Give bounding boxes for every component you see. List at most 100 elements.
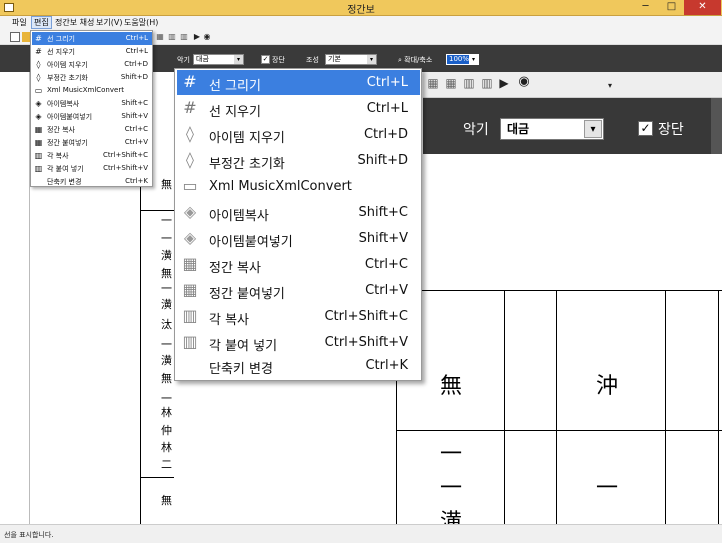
menu-file[interactable]: 파일 xyxy=(10,17,29,28)
score-note: 汰 xyxy=(161,318,172,331)
menu-item-erase-line[interactable]: # 선 지우기 Ctrl+L xyxy=(32,45,152,58)
instrument-select-large[interactable]: 대금 ▾ xyxy=(500,118,604,140)
menu-item-delete-item[interactable]: ◊ 아이템 지우기 Ctrl+D xyxy=(32,58,152,71)
menu-item-paste-cell[interactable]: ▦ 정간 붙여넣기 Ctrl+V xyxy=(177,278,420,303)
menu-item-copy-item[interactable]: ◈ 아이템복사 Shift+C xyxy=(177,200,420,225)
menu-item-label: Xml MusicXmlConvert xyxy=(47,86,124,94)
score-note: 一 xyxy=(161,282,172,295)
menu-item-paste-item[interactable]: ◈ 아이템붙여넣기 Shift+V xyxy=(32,110,152,123)
menu-item-xml-convert[interactable]: ▭ Xml MusicXmlConvert xyxy=(177,174,420,199)
menu-item-shortcut: Ctrl+D xyxy=(363,127,408,142)
left-pane xyxy=(0,72,30,524)
bars-paste-toolbar-icon[interactable]: ▥ xyxy=(179,32,189,42)
menu-item-draw-line[interactable]: # 선 그리기 Ctrl+L xyxy=(177,70,420,95)
score-note: 林 xyxy=(161,441,172,454)
menu-item-change-shortcut[interactable]: 단축키 변경 Ctrl+K xyxy=(32,175,152,188)
zoomed-score-toolbar: 악기 대금 ▾ ✓ 장단 xyxy=(423,98,722,154)
zoomed-toolbar: ▦ ▦ ▥ ▥ ▶ ◉ ▾ xyxy=(423,72,722,98)
cells-icon: ▦ xyxy=(182,254,198,273)
jangdan-checkbox[interactable]: ✓ xyxy=(261,55,270,64)
hash-icon: # xyxy=(35,47,42,56)
score-line xyxy=(718,290,719,524)
menu-item-label: 아이템붙여넣기 xyxy=(47,113,93,121)
maximize-button[interactable]: □ xyxy=(659,0,684,15)
close-button[interactable]: ✕ xyxy=(684,0,721,15)
xml-icon: ▭ xyxy=(182,176,198,195)
menu-item-change-shortcut[interactable]: 단축키 변경 Ctrl+K xyxy=(177,353,420,378)
minimize-button[interactable]: ─ xyxy=(632,0,659,15)
menu-item-copy-item[interactable]: ◈ 아이템복사 Shift+C xyxy=(32,97,152,110)
edit-menu-large: # 선 그리기 Ctrl+L # 선 지우기 Ctrl+L ◊ 아이템 지우기 Ctrl+D… xyxy=(174,68,422,381)
menu-item-paste-cell[interactable]: ▦ 정간 붙여넣기 Ctrl+V xyxy=(32,136,152,149)
menu-item-reset-bujeonggan[interactable]: ◊ 부정간 초기화 Shift+D xyxy=(32,71,152,84)
score-note: 林 xyxy=(161,406,172,419)
instrument-value-large: 대금 xyxy=(507,122,530,136)
score-note: 二 xyxy=(161,458,172,471)
mode-select[interactable]: 기본 ▾ xyxy=(325,54,377,65)
menu-item-copy-gak[interactable]: ▥ 각 복사 Ctrl+Shift+C xyxy=(32,149,152,162)
menu-score[interactable]: 정간보 채성 xyxy=(53,17,96,28)
menu-item-copy-cell[interactable]: ▦ 정간 복사 Ctrl+C xyxy=(177,252,420,277)
bars-toolbar-icon[interactable]: ▥ xyxy=(463,77,475,90)
zoom-value: 100% xyxy=(449,55,470,63)
menu-item-paste-gak[interactable]: ▥ 각 붙여 넣기 Ctrl+Shift+V xyxy=(32,162,152,175)
status-bar: 선을 표시합니다. xyxy=(0,524,722,543)
score-note: 無 xyxy=(161,494,172,507)
cells-toolbar-icon[interactable]: ▦ xyxy=(155,32,165,42)
play-icon[interactable]: ▶ xyxy=(498,77,510,90)
score-big-note: 一 xyxy=(440,442,463,467)
menu-item-shortcut: Shift+C xyxy=(358,205,408,220)
menu-item-label: 부정간 초기화 xyxy=(209,157,285,172)
menu-help[interactable]: 도움말(H) xyxy=(122,17,160,28)
xml-icon: ▭ xyxy=(34,86,43,95)
menu-item-paste-item[interactable]: ◈ 아이템붙여넣기 Shift+V xyxy=(177,226,420,251)
menu-item-paste-gak[interactable]: ▥ 각 붙여 넣기 Ctrl+Shift+V xyxy=(177,330,420,355)
score-note: 無 xyxy=(161,267,172,280)
bars-paste-toolbar-icon[interactable]: ▥ xyxy=(481,77,493,90)
zoom-select[interactable]: 100% ▾ xyxy=(446,54,479,65)
menu-edit[interactable]: 편집 xyxy=(31,16,52,29)
toolbar-overflow-icon[interactable]: ▾ xyxy=(606,81,614,90)
menu-view[interactable]: 보기(V) xyxy=(94,17,124,28)
hash-icon: # xyxy=(35,34,42,43)
menu-item-shortcut: Ctrl+L xyxy=(366,75,408,90)
menu-item-shortcut: Ctrl+Shift+C xyxy=(324,309,408,324)
help-icon[interactable]: ◉ xyxy=(517,75,531,91)
score-line xyxy=(140,210,174,211)
cells-icon: ▦ xyxy=(34,125,43,134)
menu-item-erase-line[interactable]: # 선 지우기 Ctrl+L xyxy=(177,96,420,121)
jangdan-checkbox-large[interactable]: ✓ xyxy=(638,121,653,136)
bars-toolbar-icon[interactable]: ▥ xyxy=(167,32,177,42)
cells-paste-toolbar-icon[interactable]: ▦ xyxy=(445,77,457,90)
menu-item-label: 단축키 변경 xyxy=(47,178,82,186)
chevron-down-icon: ▾ xyxy=(367,55,376,64)
menu-item-copy-cell[interactable]: ▦ 정간 복사 Ctrl+C xyxy=(32,123,152,136)
cube-icon: ◈ xyxy=(183,202,197,221)
score-note: 一 xyxy=(161,338,172,351)
menu-item-draw-line[interactable]: # 선 그리기 Ctrl+L xyxy=(32,32,152,45)
eraser-icon: ◊ xyxy=(36,60,41,69)
menu-item-reset-bujeonggan[interactable]: ◊ 부정간 초기화 Shift+D xyxy=(177,148,420,173)
menu-item-label: 정간 복사 xyxy=(209,261,261,276)
score-big-note: 一 xyxy=(596,476,619,501)
play-icon[interactable]: ▶ xyxy=(192,32,202,42)
mode-label: 조성 xyxy=(306,56,319,64)
menu-item-shortcut: Shift+V xyxy=(358,231,408,246)
menu-item-copy-gak[interactable]: ▥ 각 복사 Ctrl+Shift+C xyxy=(177,304,420,329)
help-icon[interactable]: ◉ xyxy=(202,32,212,42)
menu-item-label: 각 붙여 넣기 xyxy=(47,165,84,173)
new-file-icon[interactable] xyxy=(10,32,20,42)
instrument-select[interactable]: 대금 ▾ xyxy=(193,54,244,65)
jangdan-label-large: 장단 xyxy=(658,122,684,138)
score-line xyxy=(665,290,666,524)
menu-item-xml-convert[interactable]: ▭ Xml MusicXmlConvert xyxy=(32,84,152,97)
cube-icon: ◈ xyxy=(35,99,42,108)
score-note: 仲 xyxy=(161,424,172,437)
eraser-icon: ◊ xyxy=(36,73,41,82)
cells-toolbar-icon[interactable]: ▦ xyxy=(427,77,439,90)
menu-item-delete-item[interactable]: ◊ 아이템 지우기 Ctrl+D xyxy=(177,122,420,147)
chevron-down-icon: ▾ xyxy=(584,120,602,138)
menu-item-shortcut: Ctrl+C xyxy=(364,257,408,272)
score-note: 無 xyxy=(161,178,172,191)
score-big-note: 沖 xyxy=(596,374,619,399)
